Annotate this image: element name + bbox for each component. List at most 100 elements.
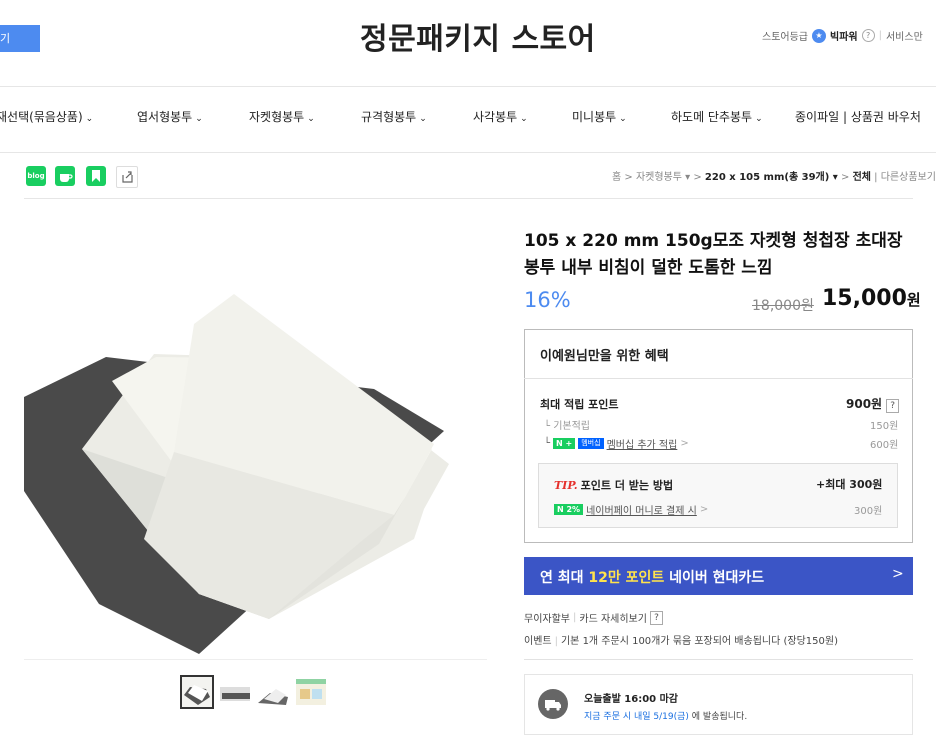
breadcrumb-cat3[interactable]: 전체 bbox=[853, 172, 871, 183]
tip-value: +최대 300원 bbox=[816, 478, 883, 491]
store-title[interactable]: 정문패키지 스토어 bbox=[360, 14, 596, 58]
breadcrumb-cat1[interactable]: 자켓형봉투 ▾ bbox=[636, 172, 690, 183]
cafe-icon[interactable] bbox=[55, 166, 75, 186]
chevron-right-icon: > bbox=[892, 566, 904, 582]
membership-badge: 멤버십 bbox=[578, 438, 604, 449]
membership-row: └ N + 멤버십 멤버십 추가 적립 > bbox=[544, 436, 689, 451]
nav-item-paper-file[interactable]: 종이파일 | 상품권 바우처 bbox=[795, 108, 921, 125]
chevron-down-icon: ⌄ bbox=[520, 114, 528, 124]
nav-label: 종이파일 | 상품권 바우처 bbox=[795, 110, 921, 124]
blog-label: blog bbox=[27, 172, 45, 180]
benefit-heading: 이예원님만을 위한 혜택 bbox=[540, 349, 669, 364]
tip-sub-row: N 2% 네이버페이 머니로 결제 시 > bbox=[554, 502, 708, 517]
thumbnail-2[interactable] bbox=[218, 675, 252, 709]
chevron-right-icon: > bbox=[680, 438, 689, 449]
sale-price: 15,000원 bbox=[822, 286, 921, 311]
max-point-amount: 900원 bbox=[846, 397, 883, 411]
shipping-sub: 지금 주문 시 내일 5/19(금) 에 발송됩니다. bbox=[584, 709, 747, 722]
event-label: 이벤트 bbox=[524, 636, 552, 647]
header-left-button-label: 기 bbox=[0, 32, 11, 45]
tip-prefix: TIP. bbox=[554, 479, 578, 492]
sale-price-value: 15,000 bbox=[822, 286, 907, 311]
event-row: 이벤트 | 기본 1개 주문시 100개가 묶음 포장되어 배송됩니다 (장당150… bbox=[524, 632, 838, 647]
truck-icon bbox=[538, 689, 568, 719]
card-detail-link[interactable]: 카드 자세히보기 bbox=[579, 610, 647, 625]
nav-label: 미니봉투 bbox=[572, 110, 617, 124]
original-price: 18,000원 bbox=[752, 298, 814, 314]
basic-point-value: 150원 bbox=[870, 421, 899, 432]
max-point-value: 900원? bbox=[846, 395, 900, 413]
breadcrumb-home[interactable]: 홈 bbox=[612, 172, 621, 183]
card-banner-suffix: 네이버 현대카드 bbox=[664, 570, 765, 586]
chevron-down-icon: ⌄ bbox=[307, 114, 315, 124]
help-icon[interactable]: ? bbox=[649, 610, 663, 625]
breadcrumb-cat2[interactable]: 220 x 105 mm(총 39개) ▾ bbox=[705, 172, 838, 183]
tip-box bbox=[538, 463, 898, 528]
nav-item-square[interactable]: 사각봉투 ⌄ bbox=[473, 108, 528, 125]
nav-item-jacket[interactable]: 자켓형봉투 ⌄ bbox=[249, 108, 315, 125]
plus-badge-text: + bbox=[565, 439, 573, 448]
nav-label: 사각봉투 bbox=[473, 110, 518, 124]
basic-point-label: └ 기본적립 bbox=[544, 421, 591, 432]
help-icon[interactable]: ? bbox=[886, 399, 900, 413]
n-badge-text: N bbox=[556, 439, 563, 448]
card-banner-prefix: 연 최대 bbox=[540, 570, 589, 586]
breadcrumb-other[interactable]: 다른상품보기 bbox=[881, 172, 936, 183]
card-banner-text: 연 최대 12만 포인트 네이버 현대카드 bbox=[540, 567, 764, 587]
nav-item-postcard[interactable]: 엽서형봉투 ⌄ bbox=[137, 108, 203, 125]
chevron-down-icon: ⌄ bbox=[619, 114, 627, 124]
divider: | bbox=[878, 30, 882, 41]
event-text: 기본 1개 주문시 100개가 묶음 포장되어 배송됩니다 (장당150원) bbox=[560, 636, 838, 647]
thumbnail-3[interactable] bbox=[256, 675, 290, 709]
help-icon[interactable]: ? bbox=[861, 29, 875, 42]
nav-item-standard[interactable]: 규격형봉투 ⌄ bbox=[361, 108, 427, 125]
store-info: 스토어등급 ★ 빅파워 ? | 서비스만 bbox=[762, 28, 923, 43]
medal-icon: ★ bbox=[812, 28, 826, 43]
event-divider bbox=[524, 659, 913, 660]
naverpay-money-link[interactable]: 네이버페이 머니로 결제 시 bbox=[586, 502, 697, 517]
chevron-down-icon: ⌄ bbox=[85, 114, 94, 124]
nav-label: 규격형봉투 bbox=[361, 110, 417, 124]
shipping-title: 오늘출발 16:00 마감 bbox=[584, 694, 678, 705]
max-point-label: 최대 적립 포인트 bbox=[540, 398, 619, 411]
bookmark-icon[interactable] bbox=[86, 166, 106, 186]
tip-text: 포인트 더 받는 방법 bbox=[580, 479, 674, 492]
shipping-date: 지금 주문 시 내일 5/19(금) bbox=[584, 712, 689, 722]
nav-divider bbox=[0, 152, 936, 153]
store-grade-label: 스토어등급 bbox=[762, 32, 808, 43]
tip-label: TIP. 포인트 더 받는 방법 bbox=[554, 477, 673, 493]
nav-item-bundle[interactable]: 재선택(묶음상품) ⌄ bbox=[0, 108, 93, 125]
chevron-down-icon: ⌄ bbox=[419, 114, 427, 124]
nav-label: 자켓형봉투 bbox=[249, 110, 305, 124]
membership-link[interactable]: 멤버십 추가 적립 bbox=[607, 436, 678, 451]
header-divider bbox=[0, 86, 936, 87]
breadcrumb: 홈 > 자켓형봉투 ▾ > 220 x 105 mm(총 39개) ▾ > 전체… bbox=[612, 172, 936, 183]
sale-price-unit: 원 bbox=[906, 291, 921, 309]
chevron-down-icon: ⌄ bbox=[755, 114, 763, 124]
membership-value: 600원 bbox=[870, 440, 899, 451]
benefit-divider bbox=[524, 378, 913, 379]
installment-row: 무이자할부 | 카드 자세히보기 ? bbox=[524, 610, 663, 625]
blog-icon[interactable]: blog bbox=[26, 166, 46, 186]
product-image[interactable] bbox=[24, 199, 487, 659]
thumbnail-4[interactable] bbox=[294, 675, 328, 709]
naver-2pct-badge: N 2% bbox=[554, 504, 584, 515]
nav-label: 재선택(묶음상품) bbox=[0, 110, 83, 124]
basic-point-text: 기본적립 bbox=[553, 421, 591, 432]
header-left-button[interactable]: 기 bbox=[0, 25, 40, 52]
installment-label: 무이자할부 bbox=[524, 614, 570, 625]
nav-item-button[interactable]: 하도메 단추봉투 ⌄ bbox=[671, 108, 763, 125]
shipping-box bbox=[524, 674, 913, 735]
store-grade-value: 빅파워 bbox=[830, 32, 858, 43]
divider: | bbox=[554, 636, 558, 647]
nav-item-mini[interactable]: 미니봉투 ⌄ bbox=[572, 108, 627, 125]
chevron-right-icon: > bbox=[699, 504, 709, 515]
chevron-down-icon: ⌄ bbox=[195, 114, 203, 124]
card-banner-highlight: 12만 포인트 bbox=[588, 570, 665, 586]
discount-rate: 16% bbox=[524, 288, 571, 312]
thumbnail-1[interactable] bbox=[180, 675, 214, 709]
service-link[interactable]: 서비스만 bbox=[886, 28, 923, 43]
share-icon[interactable] bbox=[116, 166, 138, 188]
divider: | bbox=[573, 612, 577, 623]
tip-sub-value: 300원 bbox=[854, 506, 883, 517]
